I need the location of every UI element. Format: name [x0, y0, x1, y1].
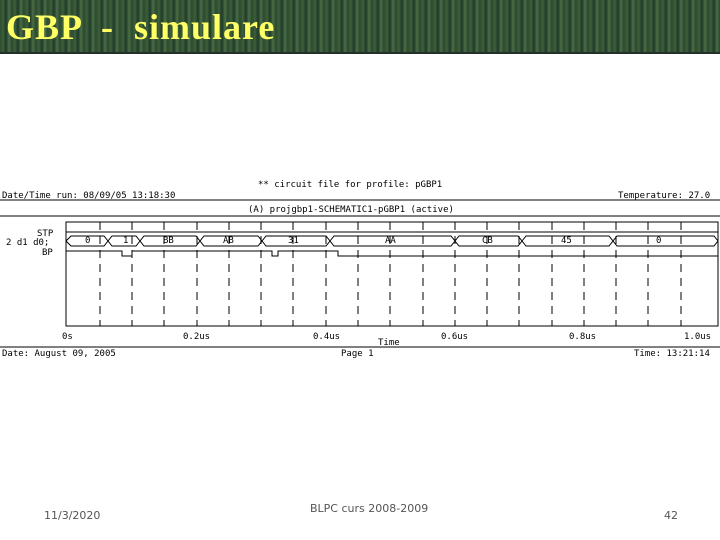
page-number: 42 [664, 509, 678, 522]
bus-value: 45 [561, 236, 572, 246]
footer-course: BLPC curs 2008-2009 [310, 502, 429, 515]
bus-value: AA [385, 236, 396, 246]
bus-value: 0 [85, 236, 91, 246]
sim-footer-time: Time: 13:21:14 [634, 349, 710, 359]
tick-label: 0s [62, 332, 73, 342]
tick-label: 0.4us [313, 332, 341, 342]
waveform-plot [0, 199, 720, 348]
bus-segment [612, 235, 719, 242]
sim-footer-date: Date: August 09, 2005 [2, 349, 116, 359]
bus-value: BB [163, 236, 174, 246]
tick-label: 0.6us [441, 332, 469, 342]
tick-label: 0.2us [183, 332, 211, 342]
bus-value: 0 [656, 236, 662, 246]
tick-label: 1.0us [684, 332, 712, 342]
sim-footer-page: Page 1 [341, 349, 374, 359]
bus-value: AB [223, 236, 234, 246]
tick-label: 0.8us [569, 332, 597, 342]
bus-segment [612, 240, 719, 247]
footer-date: 11/3/2020 [44, 509, 101, 522]
bus-value: 1 [123, 236, 129, 246]
bus-value: 31 [288, 236, 299, 246]
bus-value: CB [482, 236, 493, 246]
x-axis-label: Time [378, 338, 400, 348]
